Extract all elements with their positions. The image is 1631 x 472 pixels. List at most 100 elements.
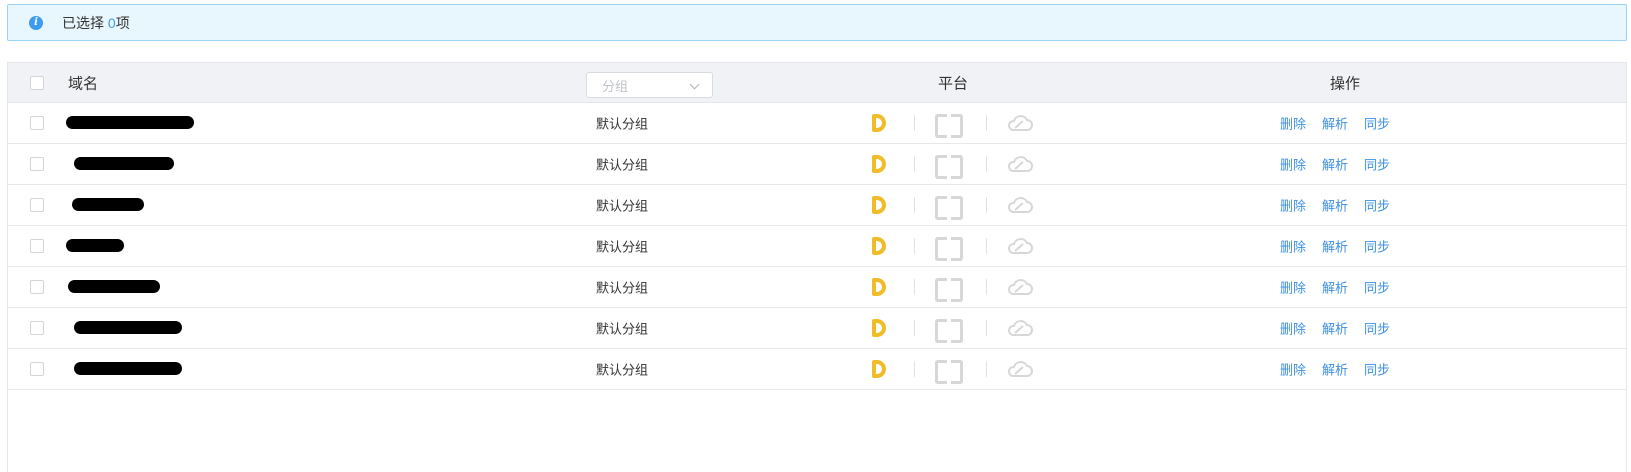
cloud-icon[interactable]	[1006, 113, 1034, 133]
cloud-icon[interactable]	[1006, 154, 1034, 174]
bracket-icon[interactable]	[935, 196, 963, 220]
redaction-mark	[74, 321, 182, 334]
resolve-link[interactable]: 解析	[1322, 237, 1348, 256]
selection-alert: i 已选择 0项	[7, 4, 1627, 41]
row-group: 默认分组	[596, 198, 649, 214]
row-operations: 删除 解析 同步	[1280, 155, 1390, 174]
bracket-icon[interactable]	[935, 237, 963, 261]
table-row: 默认分组 删除 解析 同步	[8, 226, 1626, 267]
redaction-mark	[74, 362, 182, 375]
header-operations: 操作	[1330, 75, 1361, 92]
select-all-checkbox[interactable]	[30, 75, 44, 90]
resolve-link[interactable]: 解析	[1322, 278, 1348, 297]
domain-table: 域名 分组 平台 操作 默认分组 删除 解析 同步 默认分组 删除 解析 同步 …	[7, 62, 1627, 472]
selection-text: 已选择 0项	[62, 14, 130, 31]
domain-link-redacted[interactable]	[68, 155, 208, 173]
table-row: 默认分组 删除 解析 同步	[8, 144, 1626, 185]
delete-link[interactable]: 删除	[1280, 360, 1306, 379]
divider	[986, 320, 987, 336]
delete-link[interactable]: 删除	[1280, 114, 1306, 133]
row-checkbox[interactable]	[30, 239, 44, 253]
cloud-icon[interactable]	[1006, 236, 1034, 256]
table-header: 域名 分组 平台 操作	[8, 63, 1626, 103]
delete-link[interactable]: 删除	[1280, 237, 1306, 256]
info-icon: i	[29, 15, 43, 30]
row-operations: 删除 解析 同步	[1280, 278, 1390, 297]
bracket-icon[interactable]	[935, 278, 963, 302]
row-checkbox[interactable]	[30, 280, 44, 294]
row-operations: 删除 解析 同步	[1280, 237, 1390, 256]
divider	[914, 361, 915, 377]
row-group: 默认分组	[596, 239, 649, 255]
bracket-icon[interactable]	[935, 319, 963, 343]
row-group: 默认分组	[596, 280, 649, 296]
redaction-mark	[66, 239, 124, 252]
dnspod-icon[interactable]	[872, 196, 886, 214]
bracket-icon[interactable]	[935, 114, 963, 138]
divider	[914, 279, 915, 295]
dnspod-icon[interactable]	[872, 278, 886, 296]
chevron-down-icon	[689, 79, 700, 90]
resolve-link[interactable]: 解析	[1322, 155, 1348, 174]
redaction-mark	[66, 116, 194, 129]
cloud-icon[interactable]	[1006, 277, 1034, 297]
table-body: 默认分组 删除 解析 同步 默认分组 删除 解析 同步 默认分组 删除 解析 同…	[8, 103, 1626, 390]
resolve-link[interactable]: 解析	[1322, 319, 1348, 338]
sync-link[interactable]: 同步	[1364, 319, 1390, 338]
domain-link-redacted[interactable]	[66, 114, 208, 132]
row-checkbox[interactable]	[30, 198, 44, 212]
delete-link[interactable]: 删除	[1280, 319, 1306, 338]
row-operations: 删除 解析 同步	[1280, 196, 1390, 215]
dnspod-icon[interactable]	[872, 360, 886, 378]
delete-link[interactable]: 删除	[1280, 278, 1306, 297]
group-filter-select[interactable]: 分组	[586, 72, 713, 98]
divider	[914, 115, 915, 131]
selection-count: 0	[107, 14, 116, 31]
domain-link-redacted[interactable]	[68, 196, 208, 214]
delete-link[interactable]: 删除	[1280, 196, 1306, 215]
redaction-mark	[68, 280, 160, 293]
row-checkbox[interactable]	[30, 157, 44, 171]
sync-link[interactable]: 同步	[1364, 360, 1390, 379]
dnspod-icon[interactable]	[872, 319, 886, 337]
dnspod-icon[interactable]	[872, 237, 886, 255]
row-checkbox[interactable]	[30, 116, 44, 130]
sync-link[interactable]: 同步	[1364, 155, 1390, 174]
header-domain: 域名	[68, 75, 99, 92]
sync-link[interactable]: 同步	[1364, 278, 1390, 297]
resolve-link[interactable]: 解析	[1322, 360, 1348, 379]
delete-link[interactable]: 删除	[1280, 155, 1306, 174]
sync-link[interactable]: 同步	[1364, 237, 1390, 256]
group-filter-placeholder: 分组	[602, 78, 629, 94]
cloud-icon[interactable]	[1006, 195, 1034, 215]
sync-link[interactable]: 同步	[1364, 196, 1390, 215]
row-group: 默认分组	[596, 321, 649, 337]
divider	[986, 238, 987, 254]
row-operations: 删除 解析 同步	[1280, 319, 1390, 338]
table-row: 默认分组 删除 解析 同步	[8, 185, 1626, 226]
row-operations: 删除 解析 同步	[1280, 114, 1390, 133]
bracket-icon[interactable]	[935, 155, 963, 179]
resolve-link[interactable]: 解析	[1322, 196, 1348, 215]
domain-link-redacted[interactable]	[68, 278, 208, 296]
bracket-icon[interactable]	[935, 360, 963, 384]
domain-link-redacted[interactable]	[68, 360, 208, 378]
divider	[914, 238, 915, 254]
divider	[914, 156, 915, 172]
row-operations: 删除 解析 同步	[1280, 360, 1390, 379]
dnspod-icon[interactable]	[872, 114, 886, 132]
sync-link[interactable]: 同步	[1364, 114, 1390, 133]
table-row: 默认分组 删除 解析 同步	[8, 349, 1626, 390]
cloud-icon[interactable]	[1006, 359, 1034, 379]
table-row: 默认分组 删除 解析 同步	[8, 308, 1626, 349]
domain-link-redacted[interactable]	[68, 319, 208, 337]
divider	[986, 361, 987, 377]
dnspod-icon[interactable]	[872, 155, 886, 173]
row-checkbox[interactable]	[30, 362, 44, 376]
divider	[914, 320, 915, 336]
domain-link-redacted[interactable]	[66, 237, 208, 255]
row-checkbox[interactable]	[30, 321, 44, 335]
divider	[986, 197, 987, 213]
cloud-icon[interactable]	[1006, 318, 1034, 338]
resolve-link[interactable]: 解析	[1322, 114, 1348, 133]
